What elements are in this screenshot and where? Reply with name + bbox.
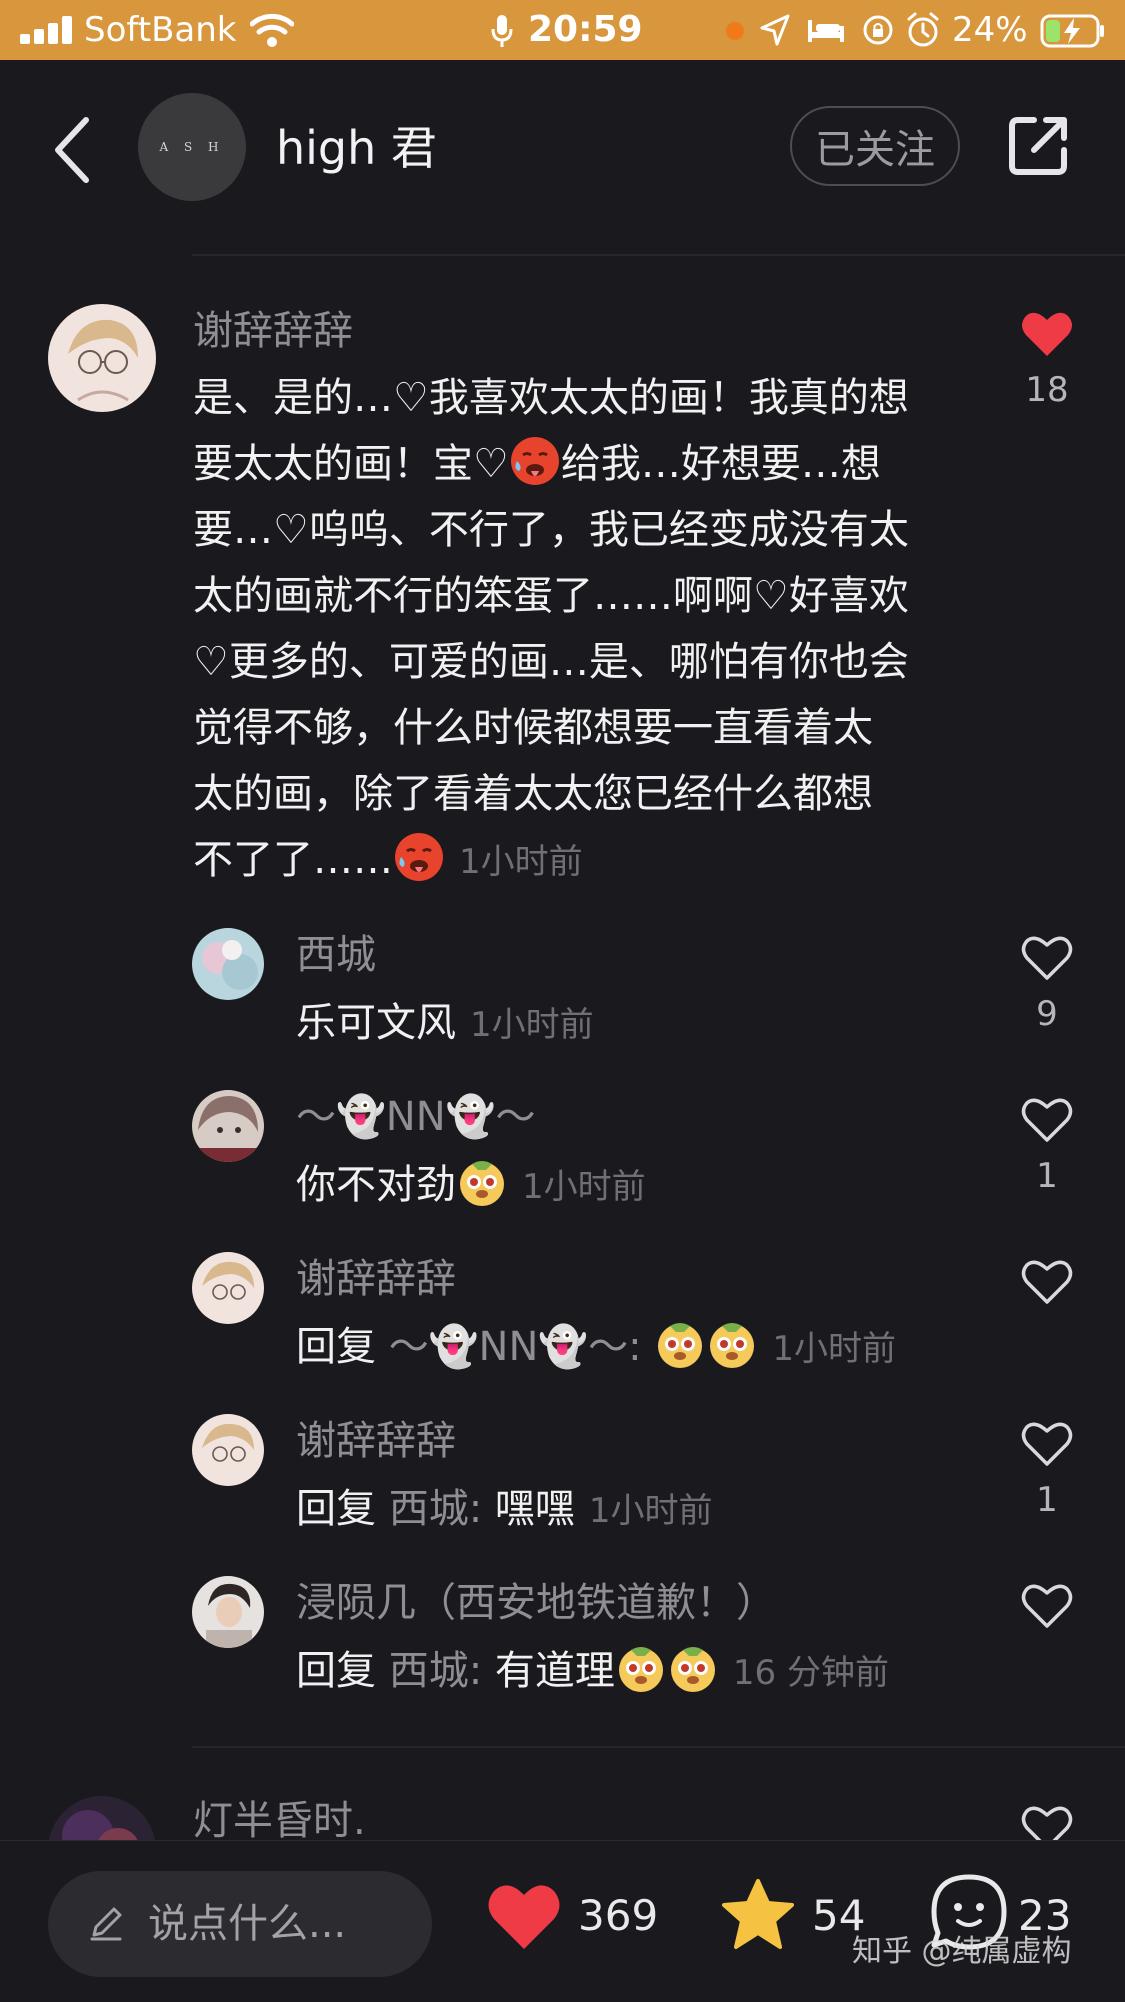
reply-content[interactable]: 回复 西城: 嘿嘿 1小时前 xyxy=(296,1476,713,1544)
heart-filled-icon xyxy=(1022,312,1072,356)
heart-outline-icon xyxy=(1021,1098,1073,1142)
reply-text: 乐可文风 xyxy=(296,1000,456,1046)
comment-line: 要…♡呜呜、不行了，我已经变成没有太 xyxy=(193,507,909,553)
follow-button[interactable]: 已关注 xyxy=(790,106,960,186)
location-arrow-icon xyxy=(760,14,790,46)
dog-face-emoji-icon xyxy=(710,1323,755,1368)
reply-content[interactable]: 乐可文风 1小时前 xyxy=(296,990,594,1058)
reply-content[interactable]: 你不对劲 1小时前 xyxy=(296,1152,646,1220)
comment-time: 1小时前 xyxy=(459,842,583,882)
reply-time: 1小时前 xyxy=(522,1167,646,1207)
heart-outline-icon xyxy=(1021,936,1073,980)
reply-prefix: 回复 xyxy=(296,1324,376,1370)
like-count: 1 xyxy=(1036,1480,1058,1520)
reply-username[interactable]: 浸陨几（西安地铁道歉！） xyxy=(296,1578,776,1628)
comment-input[interactable]: 说点什么... xyxy=(48,1871,432,1977)
dog-face-emoji-icon xyxy=(670,1647,715,1692)
comment-line: 是、是的…♡我喜欢太太的画！我真的想 xyxy=(193,375,909,421)
author-avatar[interactable]: A S H xyxy=(138,93,246,201)
rotation-lock-icon xyxy=(863,15,893,45)
reply-text: 嘿嘿 xyxy=(494,1486,575,1532)
sleep-mode-icon xyxy=(808,20,844,42)
wifi-icon xyxy=(250,13,294,47)
hot-face-emoji-icon xyxy=(395,833,443,881)
battery-charging-icon xyxy=(1040,14,1104,48)
avatar-logo-text: A S H xyxy=(159,140,225,154)
reply-avatar[interactable] xyxy=(192,1252,264,1324)
watermark: 知乎 @纯属虚构 xyxy=(852,1934,1072,1969)
post-header: A S H high 君 已关注 xyxy=(0,60,1125,240)
comment-line: 不了了…… 1小时前 xyxy=(193,827,909,893)
heart-filled-icon[interactable] xyxy=(486,1881,562,1951)
battery-percent: 24% xyxy=(952,10,1028,50)
like-button[interactable]: 9 xyxy=(1002,934,1092,1036)
reply-text: 有道理 xyxy=(494,1648,615,1694)
reply-username[interactable]: 西城 xyxy=(296,930,376,980)
reply-time: 1小时前 xyxy=(772,1329,897,1369)
comment-username[interactable]: 灯半昏时. xyxy=(193,1796,366,1846)
reply-text: 你不对劲 xyxy=(296,1162,456,1208)
like-button[interactable]: 1 xyxy=(1002,1420,1092,1522)
like-count: 1 xyxy=(1036,1156,1058,1196)
reply-avatar[interactable] xyxy=(192,928,264,1000)
comment-content[interactable]: 是、是的…♡我喜欢太太的画！我真的想 要太太的画！宝♡ 给我…好想要…想 要…♡呜… xyxy=(193,365,909,893)
like-button[interactable] xyxy=(1002,1582,1092,1630)
comment-input-placeholder: 说点什么... xyxy=(148,1901,347,1947)
signal-icon xyxy=(20,16,76,44)
carrier-name: SoftBank xyxy=(84,10,237,50)
alarm-clock-icon xyxy=(907,12,939,47)
reply-target[interactable]: 西城: xyxy=(389,1648,482,1694)
comment-line: 要太太的画！宝♡ 给我…好想要…想 xyxy=(193,431,909,497)
reply-content[interactable]: 回复 西城: 有道理 16 分钟前 xyxy=(296,1638,889,1706)
reply-time: 1小时前 xyxy=(588,1491,713,1531)
share-icon[interactable] xyxy=(1004,112,1072,180)
reply-target[interactable]: ～👻NN👻～: xyxy=(389,1324,642,1370)
post-like-count: 369 xyxy=(578,1891,659,1940)
reply-username[interactable]: 谢辞辞辞 xyxy=(296,1416,456,1466)
divider xyxy=(192,254,1125,256)
comment-line: ♡更多的、可爱的画…是、哪怕有你也会 xyxy=(193,639,909,685)
reply-avatar[interactable] xyxy=(192,1414,264,1486)
author-name[interactable]: high 君 xyxy=(276,118,437,178)
bottom-action-bar: 说点什么... 369 54 23 xyxy=(0,1840,1125,2002)
microphone-icon xyxy=(491,15,513,47)
like-button[interactable] xyxy=(1002,1258,1092,1306)
heart-outline-icon xyxy=(1021,1584,1073,1628)
divider xyxy=(192,1746,1125,1748)
reply-time: 1小时前 xyxy=(470,1005,594,1045)
comment-line: 觉得不够，什么时候都想要一直看着太 xyxy=(193,705,873,751)
comment-username[interactable]: 谢辞辞辞 xyxy=(193,306,353,356)
like-button[interactable]: 18 xyxy=(1002,310,1092,412)
reply-username[interactable]: ～👻NN👻～ xyxy=(296,1092,535,1142)
like-count: 18 xyxy=(1025,370,1069,410)
comment-line: 太的画，除了看着太太您已经什么都想 xyxy=(193,771,873,817)
reply-avatar[interactable] xyxy=(192,1090,264,1162)
comment-avatar[interactable] xyxy=(48,304,156,412)
like-count: 9 xyxy=(1036,994,1058,1034)
dog-face-emoji-icon xyxy=(460,1161,504,1206)
reply-content[interactable]: 回复 ～👻NN👻～: 1小时前 xyxy=(296,1314,896,1382)
heart-outline-icon xyxy=(1021,1260,1073,1304)
hot-face-emoji-icon xyxy=(510,437,559,485)
reply-prefix: 回复 xyxy=(296,1648,376,1694)
reply-username[interactable]: 谢辞辞辞 xyxy=(296,1254,456,1304)
comment-line: 太的画就不行的笨蛋了……啊啊♡好喜欢 xyxy=(193,573,909,619)
reply-prefix: 回复 xyxy=(296,1486,376,1532)
star-filled-icon[interactable] xyxy=(720,1877,796,1951)
heart-outline-icon xyxy=(1021,1422,1073,1466)
back-chevron-icon[interactable] xyxy=(48,114,96,186)
dog-face-emoji-icon xyxy=(618,1647,663,1692)
like-button[interactable]: 1 xyxy=(1002,1096,1092,1198)
status-bar: SoftBank 20:59 24% xyxy=(0,0,1125,60)
dog-face-emoji-icon xyxy=(658,1323,703,1368)
pencil-icon xyxy=(90,1907,122,1941)
reply-avatar[interactable] xyxy=(192,1576,264,1648)
clock-time: 20:59 xyxy=(528,9,643,50)
recording-dot-icon xyxy=(726,22,744,40)
reply-time: 16 分钟前 xyxy=(732,1653,889,1693)
reply-target[interactable]: 西城: xyxy=(389,1486,482,1532)
